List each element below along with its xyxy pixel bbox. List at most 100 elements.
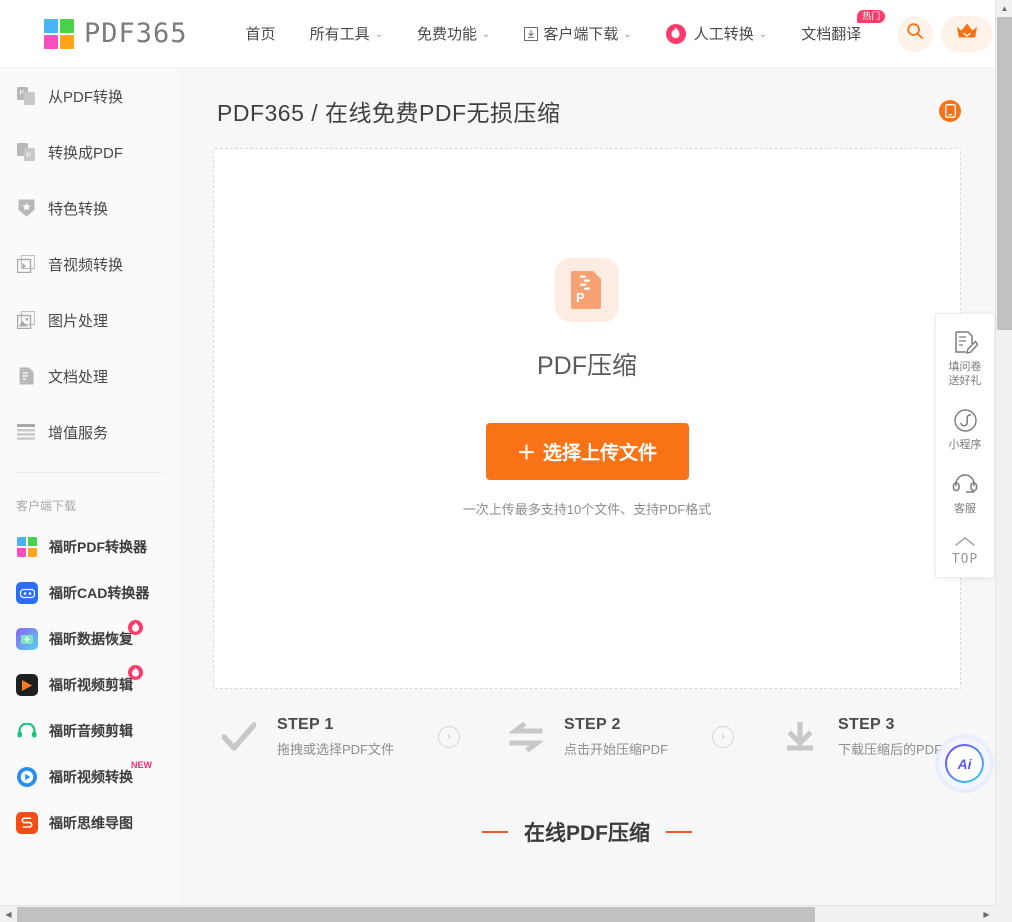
data-recovery-app-icon	[16, 628, 38, 650]
check-icon	[217, 715, 261, 759]
customer-service-button[interactable]: 客服	[952, 470, 978, 516]
ai-assistant-button[interactable]: Ai	[939, 738, 990, 789]
survey-icon	[953, 328, 978, 356]
vertical-scrollbar-thumb[interactable]	[997, 17, 1012, 330]
sidebar-item-label: 音视频转换	[48, 256, 124, 274]
nav-item-document-translation[interactable]: 文档翻译 热门	[801, 10, 886, 44]
floating-side-panel: 填问卷 送好礼 小程序 客服 TOP	[935, 313, 995, 578]
sidebar-item-document-processing[interactable]: 文档处理	[0, 348, 179, 404]
step-1: STEP 1 拖拽或选择PDF文件	[217, 715, 394, 759]
nav-item-label: 文档翻译	[801, 26, 862, 43]
chevron-down-icon: ⌄	[374, 29, 383, 40]
sidebar-app-cad-converter[interactable]: 福昕CAD转换器	[0, 570, 179, 616]
section-title: 在线PDF压缩	[524, 822, 650, 845]
flame-icon	[128, 620, 143, 635]
svg-text:P: P	[27, 153, 32, 160]
chevron-down-icon: ⌄	[481, 29, 491, 40]
sidebar-item-label: 特色转换	[48, 200, 109, 218]
step-subtitle: 下载压缩后的PDF	[838, 742, 943, 757]
survey-button[interactable]: 填问卷 送好礼	[949, 328, 982, 388]
upload-file-button[interactable]: ＋ 选择上传文件	[485, 423, 689, 480]
audio-editor-app-icon	[16, 720, 38, 742]
scroll-up-arrow-icon[interactable]: ▲	[996, 0, 1012, 17]
image-icon	[16, 310, 36, 330]
sidebar-item-label: 从PDF转换	[48, 88, 124, 106]
sidebar-item-featured-conversion[interactable]: 特色转换	[0, 180, 179, 236]
nav-item-label: 所有工具	[309, 26, 370, 43]
to-pdf-icon: P	[16, 142, 36, 162]
sidebar-app-label: 福昕思维导图	[49, 815, 133, 831]
horizontal-scrollbar-thumb[interactable]	[17, 907, 815, 922]
sidebar-item-value-added-services[interactable]: 增值服务	[0, 404, 179, 460]
vip-button[interactable]	[941, 15, 993, 52]
scroll-left-arrow-icon[interactable]: ◀	[0, 906, 17, 922]
mindmap-app-icon	[16, 812, 38, 834]
step-title: STEP 1	[277, 716, 334, 733]
nav-item-client-download[interactable]: 客户端下载 ⌄	[524, 23, 632, 44]
scroll-right-arrow-icon[interactable]: ▶	[978, 906, 995, 922]
scrollbar-corner	[995, 905, 1012, 922]
tool-name: PDF压缩	[536, 352, 637, 380]
sidebar-app-label: 福昕视频剪辑	[49, 677, 133, 693]
page-title: PDF365 / 在线免费PDF无损压缩	[217, 100, 561, 126]
sidebar-item-label: 转换成PDF	[48, 144, 124, 162]
dash-right-icon	[666, 831, 692, 833]
horizontal-scrollbar[interactable]: ◀ ▶	[0, 905, 995, 922]
sidebar-item-to-pdf[interactable]: P 转换成PDF	[0, 124, 179, 180]
nav-item-free-features[interactable]: 免费功能 ⌄	[417, 23, 490, 44]
document-icon	[16, 366, 36, 386]
step-arrow-icon: ›	[712, 726, 735, 748]
logo-squares-icon	[44, 18, 74, 49]
sidebar-item-from-pdf[interactable]: P 从PDF转换	[0, 68, 179, 124]
video-icon	[16, 254, 36, 274]
sidebar: P 从PDF转换 P 转换成PDF 特色转换 音视频转换 图片处理 文档处理 增…	[0, 68, 179, 922]
cad-app-icon	[16, 582, 38, 604]
pdf-compress-icon: P	[555, 258, 619, 322]
step-2: STEP 2 点击开始压缩PDF	[504, 715, 668, 759]
sidebar-app-pdf-converter[interactable]: 福昕PDF转换器	[0, 524, 179, 570]
back-to-top-button[interactable]: TOP	[952, 534, 978, 567]
mobile-icon[interactable]	[939, 100, 961, 122]
nav-item-manual-conversion[interactable]: 人工转换 ⌄	[665, 23, 768, 44]
crown-icon	[955, 21, 979, 46]
step-subtitle: 拖拽或选择PDF文件	[277, 742, 395, 757]
flame-icon	[665, 23, 686, 44]
miniprogram-icon	[953, 406, 978, 434]
main-content: PDF365 / 在线免费PDF无损压缩 P PDF压缩 ＋ 选择上传文件 一次…	[179, 68, 995, 905]
download-icon	[524, 26, 539, 41]
survey-label: 填问卷 送好礼	[948, 361, 982, 387]
nav-item-all-tools[interactable]: 所有工具 ⌄	[310, 23, 383, 44]
sidebar-app-data-recovery[interactable]: 福昕数据恢复	[0, 616, 179, 662]
sidebar-app-video-editor[interactable]: 福昕视频剪辑	[0, 662, 179, 708]
svg-text:P: P	[576, 290, 585, 305]
page-header: PDF365 / 在线免费PDF无损压缩	[179, 68, 995, 148]
sidebar-item-av-conversion[interactable]: 音视频转换	[0, 236, 179, 292]
nav-items: 首页 所有工具 ⌄ 免费功能 ⌄ 客户端下载 ⌄ 人工转换 ⌄ 文档翻译 热门	[246, 10, 896, 44]
file-drop-zone[interactable]: P PDF压缩 ＋ 选择上传文件 一次上传最多支持10个文件、支持PDF格式	[213, 148, 961, 689]
sidebar-item-label: 图片处理	[48, 312, 109, 330]
sidebar-app-mindmap[interactable]: 福昕思维导图	[0, 800, 179, 846]
brand-logo[interactable]: PDF365	[44, 18, 188, 49]
download-step-icon	[778, 715, 822, 759]
sidebar-app-video-converter[interactable]: 福昕视频转换 NEW	[0, 754, 179, 800]
swap-icon	[504, 715, 548, 759]
headset-icon	[952, 470, 978, 498]
nav-item-label: 首页	[245, 26, 276, 43]
sidebar-app-label: 福昕数据恢复	[49, 631, 133, 647]
sidebar-app-label: 福昕PDF转换器	[49, 539, 147, 555]
nav-item-home[interactable]: 首页	[246, 23, 276, 44]
sidebar-app-audio-editor[interactable]: 福昕音频剪辑	[0, 708, 179, 754]
nav-item-label: 人工转换	[693, 26, 754, 43]
step-title: STEP 3	[838, 716, 895, 733]
vertical-scrollbar[interactable]: ▲ ▼	[995, 0, 1012, 922]
nav-item-label: 客户端下载	[543, 26, 619, 43]
step-text: STEP 3 下载压缩后的PDF	[838, 716, 942, 758]
back-to-top-label: TOP	[951, 552, 979, 567]
sidebar-item-image-processing[interactable]: 图片处理	[0, 292, 179, 348]
top-navigation-bar: PDF365 首页 所有工具 ⌄ 免费功能 ⌄ 客户端下载 ⌄ 人工转换 ⌄ 文…	[0, 0, 995, 68]
video-convert-app-icon	[16, 766, 38, 788]
search-button[interactable]	[897, 15, 933, 52]
step-subtitle: 点击开始压缩PDF	[564, 742, 669, 757]
chevron-down-icon: ⌄	[758, 29, 768, 40]
miniprogram-button[interactable]: 小程序	[949, 406, 982, 452]
